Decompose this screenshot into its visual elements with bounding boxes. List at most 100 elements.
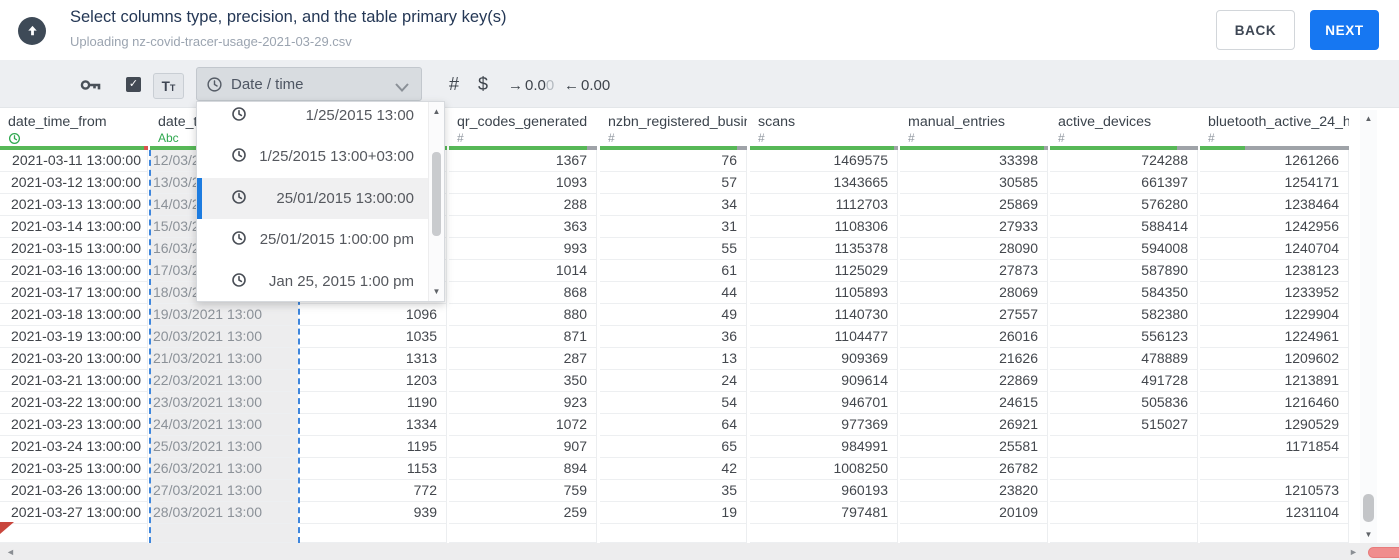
- cell[interactable]: 1125029: [750, 260, 898, 282]
- cell[interactable]: 2021-03-21 13:00:00: [0, 370, 148, 392]
- cell[interactable]: 28090: [900, 238, 1048, 260]
- cell[interactable]: 1238123: [1200, 260, 1349, 282]
- cell[interactable]: 24615: [900, 392, 1048, 414]
- cell[interactable]: 1254171: [1200, 172, 1349, 194]
- column-header[interactable]: date_time_from: [0, 108, 148, 146]
- cell[interactable]: 54: [600, 392, 747, 414]
- cell[interactable]: 939: [300, 502, 447, 524]
- scroll-down-icon[interactable]: ▼: [429, 287, 444, 296]
- table-vertical-scrollbar[interactable]: ▲ ▼: [1360, 110, 1377, 543]
- cell[interactable]: 65: [600, 436, 747, 458]
- cell[interactable]: 1072: [449, 414, 597, 436]
- scroll-up-icon[interactable]: ▲: [1360, 114, 1377, 123]
- cell[interactable]: 19: [600, 502, 747, 524]
- next-button[interactable]: NEXT: [1310, 10, 1379, 50]
- cell[interactable]: 909369: [750, 348, 898, 370]
- scroll-down-icon[interactable]: ▼: [1360, 530, 1377, 539]
- cell[interactable]: 1343665: [750, 172, 898, 194]
- cell[interactable]: [1200, 458, 1349, 480]
- cell[interactable]: 880: [449, 304, 597, 326]
- cell[interactable]: [1050, 436, 1198, 458]
- cell[interactable]: 24/03/2021 13:00: [150, 414, 298, 436]
- column-header[interactable]: qr_codes_generated #: [449, 108, 597, 146]
- cell[interactable]: 28/03/2021 13:00: [150, 502, 298, 524]
- cell[interactable]: 27873: [900, 260, 1048, 282]
- cell[interactable]: 49: [600, 304, 747, 326]
- cell[interactable]: 2021-03-14 13:00:00: [0, 216, 148, 238]
- cell[interactable]: 1203: [300, 370, 447, 392]
- cell[interactable]: 44: [600, 282, 747, 304]
- cell[interactable]: 491728: [1050, 370, 1198, 392]
- cell[interactable]: 55: [600, 238, 747, 260]
- cell[interactable]: 2021-03-22 13:00:00: [0, 392, 148, 414]
- cell[interactable]: 556123: [1050, 326, 1198, 348]
- cell[interactable]: 868: [449, 282, 597, 304]
- cell[interactable]: 2021-03-13 13:00:00: [0, 194, 148, 216]
- cell[interactable]: 2021-03-23 13:00:00: [0, 414, 148, 436]
- cell[interactable]: 1190: [300, 392, 447, 414]
- format-option[interactable]: 1/25/2015 13:00: [197, 102, 428, 136]
- cell[interactable]: 28069: [900, 282, 1048, 304]
- cell[interactable]: 1238464: [1200, 194, 1349, 216]
- column-header[interactable]: active_devices #: [1050, 108, 1198, 146]
- cell[interactable]: 1290529: [1200, 414, 1349, 436]
- column-header[interactable]: manual_entries #: [900, 108, 1048, 146]
- cell[interactable]: 1096: [300, 304, 447, 326]
- cell[interactable]: 19/03/2021 13:00: [150, 304, 298, 326]
- cell[interactable]: 2021-03-19 13:00:00: [0, 326, 148, 348]
- column-header[interactable]: bluetooth_active_24_hr_ #: [1200, 108, 1349, 146]
- format-option[interactable]: 1/25/2015 13:00+03:00: [197, 136, 428, 177]
- cell[interactable]: 478889: [1050, 348, 1198, 370]
- cell[interactable]: 1153: [300, 458, 447, 480]
- scroll-left-icon[interactable]: ◄: [6, 547, 15, 557]
- dropdown-scrollbar-thumb[interactable]: [432, 152, 441, 236]
- format-option[interactable]: 25/01/2015 1:00:00 pm: [197, 219, 428, 260]
- cell[interactable]: 42: [600, 458, 747, 480]
- cell[interactable]: 23820: [900, 480, 1048, 502]
- cell[interactable]: 1093: [449, 172, 597, 194]
- cell[interactable]: 24: [600, 370, 747, 392]
- cell[interactable]: 1233952: [1200, 282, 1349, 304]
- cell[interactable]: 946701: [750, 392, 898, 414]
- scroll-right-icon[interactable]: ►: [1349, 547, 1358, 557]
- cell[interactable]: 1104477: [750, 326, 898, 348]
- cell[interactable]: 724288: [1050, 150, 1198, 172]
- cell[interactable]: 2021-03-27 13:00:00: [0, 502, 148, 524]
- cell[interactable]: 1035: [300, 326, 447, 348]
- cell[interactable]: 36: [600, 326, 747, 348]
- column-header[interactable]: scans #: [750, 108, 898, 146]
- cell[interactable]: 27/03/2021 13:00: [150, 480, 298, 502]
- cell[interactable]: 1135378: [750, 238, 898, 260]
- cell[interactable]: 350: [449, 370, 597, 392]
- number-type-button[interactable]: #: [444, 73, 464, 95]
- cell[interactable]: 2021-03-12 13:00:00: [0, 172, 148, 194]
- back-button[interactable]: BACK: [1216, 10, 1295, 50]
- cell[interactable]: 984991: [750, 436, 898, 458]
- cell[interactable]: 2021-03-17 13:00:00: [0, 282, 148, 304]
- cell[interactable]: 2021-03-20 13:00:00: [0, 348, 148, 370]
- cell[interactable]: 661397: [1050, 172, 1198, 194]
- cell[interactable]: 33398: [900, 150, 1048, 172]
- cell[interactable]: 1261266: [1200, 150, 1349, 172]
- cell[interactable]: 2021-03-25 13:00:00: [0, 458, 148, 480]
- table-horizontal-scrollbar[interactable]: ◄ ►: [0, 543, 1399, 560]
- include-column-checkbox[interactable]: ✓: [126, 77, 141, 92]
- cell[interactable]: 1213891: [1200, 370, 1349, 392]
- cell[interactable]: 1210573: [1200, 480, 1349, 502]
- cell[interactable]: 287: [449, 348, 597, 370]
- cell[interactable]: 909614: [750, 370, 898, 392]
- cell[interactable]: 1334: [300, 414, 447, 436]
- cell[interactable]: 907: [449, 436, 597, 458]
- cell[interactable]: 1216460: [1200, 392, 1349, 414]
- cell[interactable]: 1014: [449, 260, 597, 282]
- cell[interactable]: 31: [600, 216, 747, 238]
- cell[interactable]: 2021-03-11 13:00:00: [0, 150, 148, 172]
- cell[interactable]: 759: [449, 480, 597, 502]
- cell[interactable]: 23/03/2021 13:00: [150, 392, 298, 414]
- cell[interactable]: 22869: [900, 370, 1048, 392]
- cell[interactable]: 259: [449, 502, 597, 524]
- cell[interactable]: 2021-03-15 13:00:00: [0, 238, 148, 260]
- cell[interactable]: 871: [449, 326, 597, 348]
- cell[interactable]: 26016: [900, 326, 1048, 348]
- cell[interactable]: 76: [600, 150, 747, 172]
